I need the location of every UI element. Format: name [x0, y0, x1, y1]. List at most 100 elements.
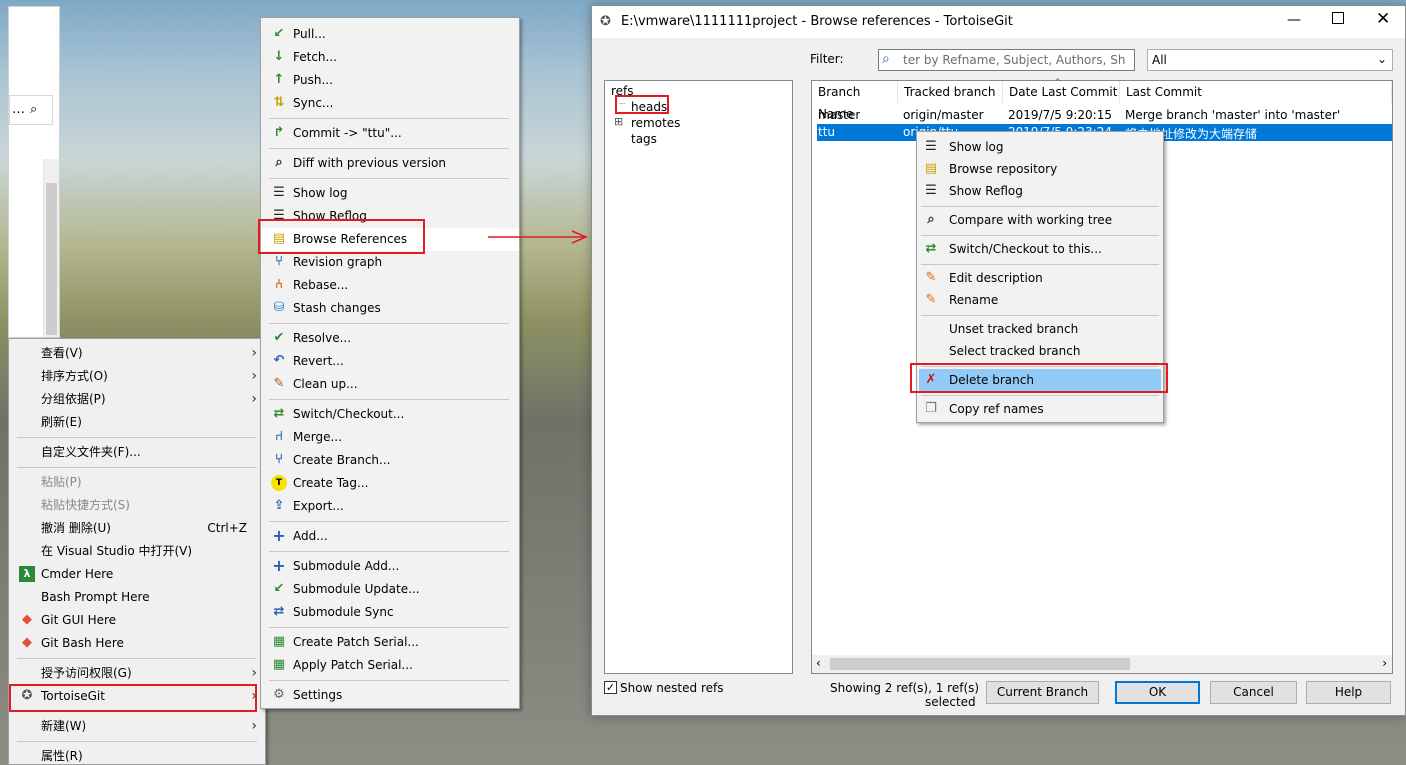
scroll-right-icon[interactable]: › — [1382, 656, 1387, 670]
resolve-icon: ✔ — [273, 330, 285, 345]
title-bar: ✪ E:\vmware\1111111project - Browse refe… — [592, 6, 1405, 38]
submodule-add-icon: + — [272, 556, 286, 575]
cell-branch-name: master — [818, 108, 861, 122]
branch-icon: ⑂ — [275, 452, 283, 467]
menu-separator — [921, 206, 1159, 207]
menu-item-copy-ref-names[interactable]: ❐ Copy ref names — [917, 398, 1163, 421]
menu-item-rebase[interactable]: ⑃ Rebase... — [261, 274, 519, 297]
menu-item-rename[interactable]: ✎ Rename — [917, 289, 1163, 312]
scroll-left-icon[interactable]: ‹ — [816, 656, 821, 670]
column-header-branch-name[interactable]: Branch Name — [812, 81, 898, 121]
menu-item-cleanup[interactable]: ✎ Clean up... — [261, 373, 519, 396]
column-header-tracked-branch[interactable]: Tracked branch — [898, 81, 1003, 103]
menu-item-browse-repository[interactable]: ▤ Browse repository — [917, 158, 1163, 181]
scrollbar-thumb[interactable] — [46, 183, 57, 335]
menu-item-new[interactable]: 新建(W) › — [9, 715, 265, 738]
menu-item-add[interactable]: + Add... — [261, 525, 519, 548]
horizontal-scrollbar[interactable]: ‹ › — [812, 655, 1392, 673]
explorer-search-box[interactable]: … ⌕ — [9, 95, 53, 125]
ok-button[interactable]: OK — [1115, 681, 1200, 704]
cell-tracked-branch: origin/master — [903, 108, 984, 122]
menu-item-pull[interactable]: ↙ Pull... — [261, 23, 519, 46]
filter-input[interactable]: ⌕ ter by Refname, Subject, Authors, Sh — [878, 49, 1135, 71]
show-nested-checkbox[interactable]: ✓ — [604, 681, 617, 694]
menu-item-submodule-add[interactable]: + Submodule Add... — [261, 555, 519, 578]
menu-item-switch-checkout[interactable]: ⇄ Switch/Checkout... — [261, 403, 519, 426]
menu-item-switch-checkout-this[interactable]: ⇄ Switch/Checkout to this... — [917, 238, 1163, 261]
menu-item-compare-working-tree[interactable]: ⌕ Compare with working tree — [917, 209, 1163, 232]
menu-item-merge[interactable]: ⑁ Merge... — [261, 426, 519, 449]
menu-item-bash-prompt[interactable]: Bash Prompt Here — [9, 586, 265, 609]
menu-separator — [269, 148, 509, 149]
add-icon: + — [272, 526, 286, 545]
scrollbar-thumb[interactable] — [830, 658, 1130, 670]
maximize-icon[interactable] — [1332, 12, 1344, 24]
menu-item-undo-delete[interactable]: 撤消 删除(U) Ctrl+Z — [9, 517, 265, 540]
menu-item-refresh[interactable]: 刷新(E) — [9, 411, 265, 434]
menu-item-fetch[interactable]: ↓ Fetch... — [261, 46, 519, 69]
apply-patch-icon: ▦ — [272, 657, 286, 672]
menu-item-properties[interactable]: 属性(R) — [9, 745, 265, 765]
cancel-button[interactable]: Cancel — [1210, 681, 1297, 704]
menu-item-open-vs[interactable]: 在 Visual Studio 中打开(V) — [9, 540, 265, 563]
menu-item-revision-graph[interactable]: ⑂ Revision graph — [261, 251, 519, 274]
menu-item-show-reflog[interactable]: ☰ Show Reflog — [917, 180, 1163, 203]
menu-item-resolve[interactable]: ✔ Resolve... — [261, 327, 519, 350]
menu-item-git-bash[interactable]: ◆ Git Bash Here — [9, 632, 265, 655]
menu-item-view[interactable]: 查看(V) › — [9, 342, 265, 365]
menu-item-unset-tracked[interactable]: Unset tracked branch — [917, 318, 1163, 341]
menu-item-submodule-update[interactable]: ↙ Submodule Update... — [261, 578, 519, 601]
tag-icon: T — [271, 475, 287, 491]
minimize-icon[interactable]: — — [1287, 12, 1301, 28]
column-header-last-commit[interactable]: Last Commit — [1120, 81, 1392, 103]
tree-node-tags[interactable]: tags — [631, 132, 657, 146]
menu-item-sort[interactable]: 排序方式(O) › — [9, 365, 265, 388]
menu-item-push[interactable]: ↑ Push... — [261, 69, 519, 92]
filter-label: Filter: — [810, 52, 844, 66]
menu-item-group[interactable]: 分组依据(P) › — [9, 388, 265, 411]
menu-item-customize-folder[interactable]: 自定义文件夹(F)... — [9, 441, 265, 464]
menu-separator — [921, 315, 1159, 316]
cleanup-icon: ✎ — [273, 376, 285, 391]
menu-item-paste-shortcut[interactable]: 粘贴快捷方式(S) — [9, 494, 265, 517]
filter-scope-select[interactable]: All ⌄ — [1147, 49, 1393, 71]
menu-item-create-patch[interactable]: ▦ Create Patch Serial... — [261, 631, 519, 654]
submodule-sync-icon: ⇄ — [273, 604, 285, 619]
menu-item-revert[interactable]: ↶ Revert... — [261, 350, 519, 373]
menu-item-submodule-sync[interactable]: ⇄ Submodule Sync — [261, 601, 519, 624]
menu-item-create-tag[interactable]: T Create Tag... — [261, 472, 519, 495]
menu-item-git-gui[interactable]: ◆ Git GUI Here — [9, 609, 265, 632]
menu-item-create-branch[interactable]: ⑂ Create Branch... — [261, 449, 519, 472]
explorer-scrollbar[interactable] — [43, 159, 59, 337]
menu-separator — [921, 264, 1159, 265]
chevron-right-icon: › — [251, 368, 257, 384]
annotation-box-delete-branch — [910, 363, 1168, 393]
menu-item-sync[interactable]: ⇅ Sync... — [261, 92, 519, 115]
menu-item-settings[interactable]: ⚙ Settings — [261, 684, 519, 707]
expand-icon[interactable]: ⊞ — [614, 115, 623, 128]
menu-item-export[interactable]: ⇪ Export... — [261, 495, 519, 518]
menu-item-show-log[interactable]: ☰ Show log — [917, 136, 1163, 159]
menu-item-commit[interactable]: ↱ Commit -> "ttu"... — [261, 122, 519, 145]
patch-icon: ▦ — [272, 634, 286, 649]
sort-ascending-icon: ^ — [1054, 78, 1062, 88]
current-branch-button[interactable]: Current Branch — [986, 681, 1099, 704]
explorer-window-fragment: … ⌕ — [8, 6, 60, 338]
tree-node-remotes[interactable]: remotes — [631, 116, 680, 130]
menu-item-apply-patch[interactable]: ▦ Apply Patch Serial... — [261, 654, 519, 677]
menu-item-paste[interactable]: 粘贴(P) — [9, 471, 265, 494]
menu-item-grant-access[interactable]: 授予访问权限(G) › — [9, 662, 265, 685]
menu-item-show-log[interactable]: ☰ Show log — [261, 182, 519, 205]
switch-icon: ⇄ — [925, 241, 937, 256]
menu-separator — [921, 235, 1159, 236]
menu-item-edit-description[interactable]: ✎ Edit description — [917, 267, 1163, 290]
close-icon[interactable]: ✕ — [1376, 9, 1390, 29]
help-button[interactable]: Help — [1306, 681, 1391, 704]
menu-item-diff[interactable]: ⌕ Diff with previous version — [261, 152, 519, 175]
menu-item-cmder[interactable]: λ Cmder Here — [9, 563, 265, 586]
menu-item-select-tracked[interactable]: Select tracked branch — [917, 340, 1163, 363]
log-icon: ☰ — [273, 185, 285, 200]
diff-icon: ⌕ — [275, 155, 283, 170]
table-row[interactable]: master origin/master 2019/7/5 9:20:15 Me… — [812, 107, 1392, 124]
menu-item-stash[interactable]: ⛁ Stash changes — [261, 297, 519, 320]
